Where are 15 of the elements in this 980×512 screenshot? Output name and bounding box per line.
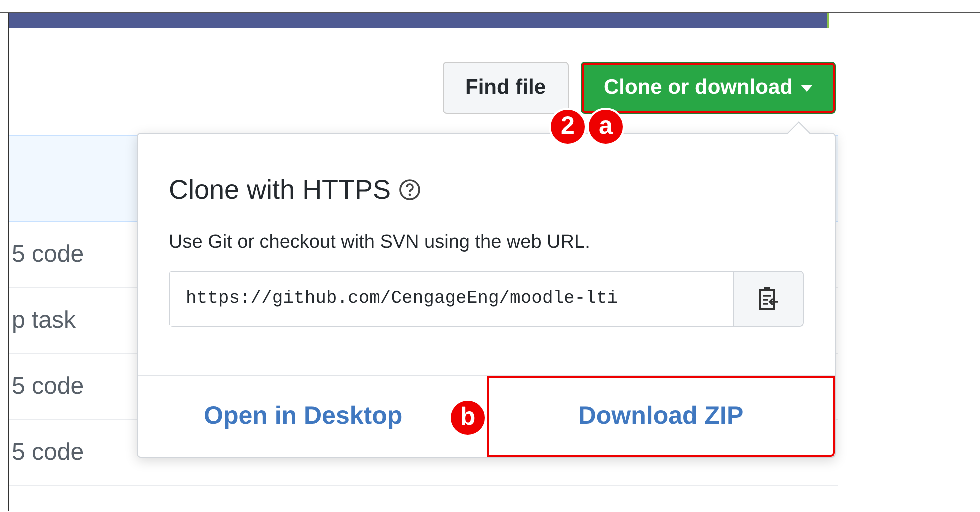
popover-description: Use Git or checkout with SVN using the web URL. [169,230,592,254]
caret-icon [801,84,813,92]
url-field[interactable]: https://github.com/CengageEng/moodle-lti [169,271,804,327]
clone-download-button[interactable]: Clone or download [581,62,836,114]
help-icon[interactable] [399,179,422,202]
download-zip-link[interactable]: Download ZIP [487,376,835,457]
commit-message: 5 code [12,438,84,468]
popover-title: Clone with HTTPS [169,174,392,207]
commit-message: 5 code [12,240,84,270]
find-file-button[interactable]: Find file [442,62,569,114]
commit-message: p task [12,306,76,336]
open-desktop-link[interactable]: Open in Desktop [204,398,403,436]
copy-button[interactable] [733,272,803,326]
commit-message: 5 code [12,372,84,402]
clipboard-icon [758,286,780,312]
